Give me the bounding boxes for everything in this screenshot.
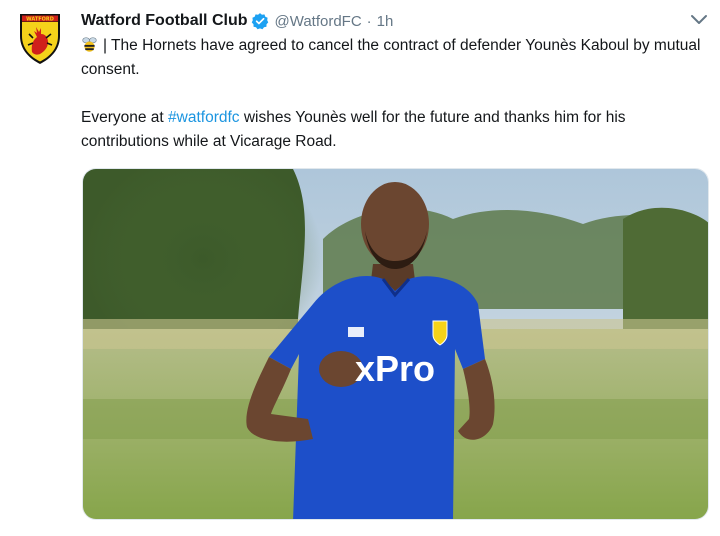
tweet-header: Watford Football Club @WatfordFC · 1h: [81, 10, 393, 32]
tweet-text: | The Hornets have agreed to cancel the …: [81, 34, 706, 154]
tweet-paragraph-2: Everyone at #watfordfc wishes Younès wel…: [81, 106, 706, 154]
tweet-paragraph-1: | The Hornets have agreed to cancel the …: [81, 34, 706, 82]
tweet-card[interactable]: WATFORD Watford Football Club @WatfordFC…: [0, 0, 720, 536]
hashtag-link[interactable]: #watfordfc: [168, 109, 240, 126]
separator-dot: ·: [366, 12, 372, 30]
watford-crest-icon: WATFORD: [20, 14, 60, 64]
tweet-text-prefix: Everyone at: [81, 109, 169, 126]
player-photo: xPro: [83, 169, 708, 519]
tweet-text-line-1: | The Hornets have agreed to cancel the …: [81, 37, 701, 78]
crest-text: WATFORD: [26, 17, 54, 23]
timestamp[interactable]: 1h: [377, 13, 394, 30]
avatar[interactable]: WATFORD: [18, 12, 62, 66]
display-name[interactable]: Watford Football Club: [81, 12, 247, 30]
author-handle[interactable]: @WatfordFC: [274, 13, 361, 30]
tweet-photo[interactable]: xPro: [82, 168, 709, 520]
bee-icon: [82, 37, 97, 52]
verified-badge-icon: [252, 13, 269, 30]
chevron-down-icon[interactable]: [690, 12, 708, 26]
jersey-sponsor-text: xPro: [355, 348, 435, 389]
